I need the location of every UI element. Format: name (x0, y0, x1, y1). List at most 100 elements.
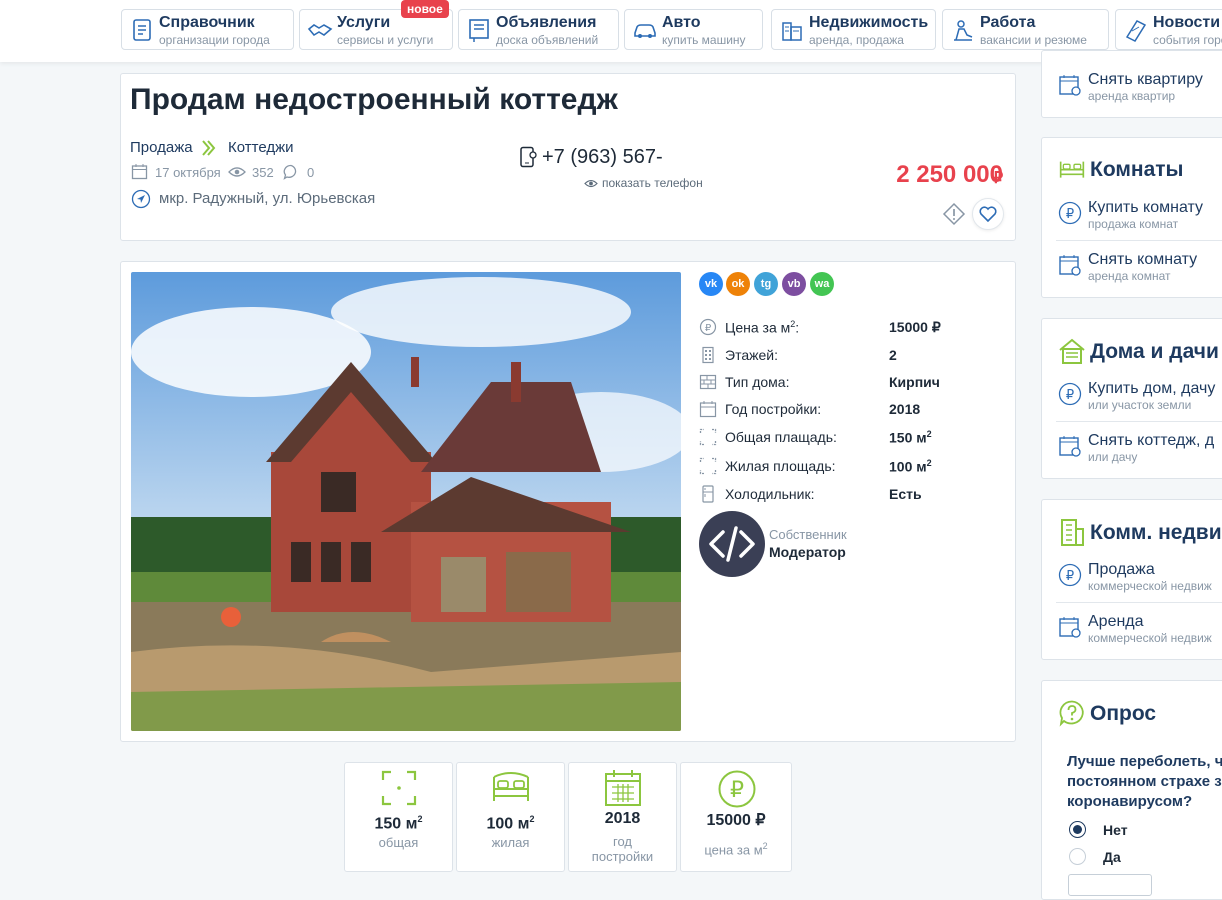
stat-label: жилая (491, 835, 530, 850)
property-value: 100 м2 (889, 458, 932, 475)
phone-number: +7 (963) 567- (542, 146, 663, 168)
sidebar-item-title: Продажа (1088, 561, 1155, 578)
owner-avatar[interactable] (699, 511, 765, 577)
property-value-text: 150 м (889, 429, 927, 446)
location-icon (131, 189, 151, 209)
office-building-icon (1061, 519, 1084, 546)
listing-address: мкр. Радужный, ул. Юрьевская (159, 190, 376, 207)
question-icon (1059, 700, 1084, 727)
brick-icon (699, 374, 717, 390)
nav-subtitle: вакансии и резюме (980, 33, 1087, 47)
nav-directory[interactable]: Справочник организации города (121, 9, 294, 50)
stat-year: 2018 год постройки (568, 762, 677, 872)
poll-option-label[interactable]: Нет (1103, 822, 1128, 838)
owner-name[interactable]: Модератор (769, 544, 846, 560)
property-value: 2 (889, 347, 897, 363)
listing-title: Продам недостроенный коттедж (130, 83, 618, 116)
owner-role: Собственник (769, 527, 847, 542)
share-viber-button[interactable]: vb (782, 272, 806, 296)
property-row: Этажей: 2 (699, 344, 999, 366)
property-row: Тип дома: Кирпич (699, 371, 999, 393)
poll-option-label[interactable]: Да (1103, 849, 1121, 865)
sidebar-heading: Дома и дачи (1090, 340, 1219, 363)
calendar-icon (605, 770, 641, 806)
calendar-icon (131, 164, 148, 180)
sidebar-rent-apartment: Снять квартиру аренда квартир (1041, 50, 1222, 118)
show-phone-button[interactable]: показать телефон (602, 176, 703, 190)
bed-icon (1059, 161, 1085, 178)
eye-icon (584, 179, 598, 188)
listing-photo[interactable] (131, 272, 681, 731)
property-label: Холодильник: (725, 486, 815, 502)
sidebar-heading: Комнаты (1090, 158, 1184, 181)
listing-price: 2 250 000 (896, 161, 1003, 188)
poll-option-no-radio[interactable] (1069, 821, 1086, 838)
sidebar-commercial: Комм. недви ₽ Продажа коммерческой недви… (1041, 499, 1222, 660)
stat-label-sup: 2 (762, 841, 768, 851)
sidebar-item-title: Купить комнату (1088, 199, 1203, 216)
nav-jobs[interactable]: Работа вакансии и резюме (942, 9, 1109, 50)
sidebar-houses: Дома и дачи ₽ Купить дом, дачу или участ… (1041, 318, 1222, 479)
floors-icon (702, 346, 714, 364)
breadcrumb-sale[interactable]: Продажа (130, 139, 193, 156)
stat-value-sup: 2 (417, 814, 423, 824)
stat-label-text: цена за м (704, 842, 763, 858)
calendar-icon (1059, 436, 1081, 457)
area-icon (699, 457, 717, 475)
nav-realty[interactable]: Недвижимость аренда, продажа (771, 9, 936, 50)
property-row: Жилая площадь: 100 м2 (699, 455, 999, 477)
share-whatsapp-button[interactable]: wa (810, 272, 834, 296)
heart-icon (979, 206, 997, 223)
property-row: Год постройки: 2018 (699, 398, 999, 420)
favorite-button[interactable] (972, 198, 1004, 230)
nav-subtitle: аренда, продажа (809, 33, 904, 47)
fridge-icon (702, 485, 714, 503)
svg-text:₽: ₽ (705, 323, 712, 334)
handshake-icon (307, 24, 333, 37)
directory-icon (133, 19, 151, 41)
nav-title: Работа (980, 14, 1036, 31)
nav-title: Объявления (496, 14, 597, 31)
sidebar-heading: Опрос (1090, 702, 1157, 725)
property-value-text: 100 м (889, 458, 927, 475)
poll-submit-button[interactable] (1068, 874, 1152, 896)
property-value: 150 м2 (889, 429, 932, 446)
property-label: Жилая площадь: (725, 458, 836, 474)
comment-icon (283, 164, 297, 180)
share-vk-button[interactable]: vk (699, 272, 723, 296)
svg-text:₽: ₽ (1066, 207, 1074, 222)
stat-label: общая (378, 835, 419, 850)
svg-text:₽: ₽ (1066, 388, 1074, 403)
property-label: Год постройки: (725, 401, 822, 417)
sidebar-item-title: Аренда (1088, 613, 1144, 630)
ruble-circle-icon: ₽ (1058, 563, 1082, 587)
share-ok-button[interactable]: ok (726, 272, 750, 296)
ruble-circle-icon: ₽ (699, 318, 717, 336)
sidebar-item-subtitle: коммерческой недвиж (1088, 631, 1212, 645)
nav-classifieds[interactable]: Объявления доска объявлений (458, 9, 619, 50)
eye-icon (228, 167, 246, 177)
sidebar-item-subtitle: продажа комнат (1088, 217, 1179, 231)
board-icon (469, 19, 489, 42)
house-photo (131, 272, 681, 731)
view-count: 352 (252, 165, 274, 180)
property-value-sup: 2 (926, 458, 932, 468)
stat-living-area: 100 м2 жилая (456, 762, 565, 872)
share-telegram-button[interactable]: tg (754, 272, 778, 296)
price-currency: ₽ (993, 170, 1004, 187)
breadcrumb-cottages[interactable]: Коттеджи (228, 139, 294, 156)
property-label-suffix: : (795, 319, 800, 336)
nav-subtitle: купить машину (662, 33, 746, 47)
stat-label: год постройки (591, 834, 654, 864)
stat-value-text: 100 м (486, 815, 530, 833)
buildings-icon (782, 22, 802, 41)
poll-option-yes-radio[interactable] (1069, 848, 1086, 865)
report-button[interactable] (940, 200, 968, 228)
stat-price-per-m2: ₽ 15000 ₽ цена за м2 (680, 762, 792, 872)
nav-news[interactable]: Новости события города (1115, 9, 1222, 50)
car-icon (634, 24, 656, 38)
double-chevron-icon (202, 140, 216, 156)
nav-auto[interactable]: Авто купить машину (624, 9, 763, 50)
divider (1056, 421, 1222, 422)
nav-title: Новости (1153, 14, 1221, 31)
